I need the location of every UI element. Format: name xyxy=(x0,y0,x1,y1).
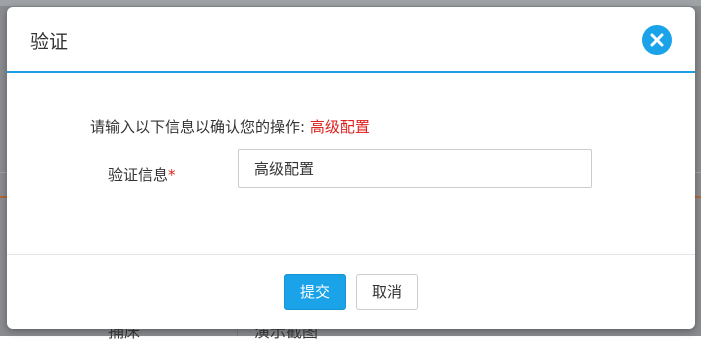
dialog-title: 验证 xyxy=(30,31,69,53)
verification-field-label: 验证信息* xyxy=(108,164,176,185)
confirmation-prompt: 请输入以下信息以确认您的操作: 高级配置 xyxy=(90,116,370,137)
dialog-header: 验证 xyxy=(7,7,695,73)
close-icon xyxy=(650,33,664,47)
verification-input[interactable] xyxy=(238,149,592,188)
verification-dialog: 验证 请输入以下信息以确认您的操作: 高级配置 验证信息* 提交 取消 xyxy=(7,7,695,329)
submit-button[interactable]: 提交 xyxy=(284,274,346,310)
required-marker: * xyxy=(168,166,176,184)
operation-name: 高级配置 xyxy=(309,118,370,136)
background-header-strip xyxy=(0,0,701,6)
field-label-text: 验证信息 xyxy=(108,166,169,184)
background-accent-line xyxy=(695,196,701,198)
prompt-text: 请输入以下信息以确认您的操作: xyxy=(90,118,310,136)
close-button[interactable] xyxy=(642,25,672,55)
background-divider xyxy=(695,172,701,173)
footer-divider xyxy=(7,254,695,255)
cancel-button[interactable]: 取消 xyxy=(356,274,418,310)
